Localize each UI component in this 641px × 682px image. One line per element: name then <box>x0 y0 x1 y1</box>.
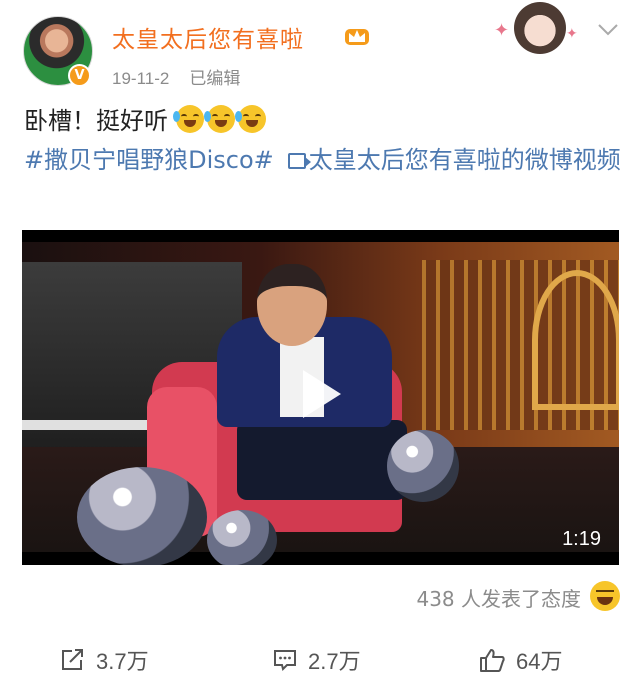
username[interactable]: 太皇太后您有喜啦 <box>112 20 304 54</box>
grin-emoji-icon[interactable] <box>590 581 620 611</box>
like-count: 64万 <box>516 649 563 674</box>
video-source-link[interactable]: 太皇太后您有喜啦的微博视频 <box>309 146 621 174</box>
post-meta: 19-11-2 已编辑 <box>112 64 240 89</box>
cry-laugh-emoji-icon <box>172 105 204 133</box>
sparkle-icon: ✦ <box>566 26 578 42</box>
post-header: V 太皇太后您有喜啦 19-11-2 已编辑 ✦ ✦ <box>0 0 641 100</box>
comment-count: 2.7万 <box>308 649 361 674</box>
comment-button[interactable]: 2.7万 <box>272 644 361 676</box>
video-player[interactable]: 1:19 <box>22 230 619 565</box>
follow-card[interactable]: ✦ ✦ <box>494 2 584 58</box>
play-icon[interactable] <box>303 370 341 418</box>
post-links: #撒贝宁唱野狼Disco# 太皇太后您有喜啦的微博视频 <box>24 139 634 181</box>
post-date: 19-11-2 <box>112 69 170 88</box>
share-button[interactable]: 3.7万 <box>60 644 149 676</box>
sparkle-icon: ✦ <box>494 20 510 41</box>
attitude-count[interactable]: 438 人发表了态度 <box>416 583 581 612</box>
like-button[interactable]: 64万 <box>478 644 562 676</box>
share-icon <box>62 649 83 670</box>
comment-icon <box>274 650 296 671</box>
crown-icon[interactable] <box>343 23 371 47</box>
like-icon <box>480 649 505 672</box>
video-link-icon <box>287 153 311 169</box>
edited-label[interactable]: 已编辑 <box>189 69 240 88</box>
cry-laugh-emoji-icon <box>203 105 235 133</box>
verified-badge-icon: V <box>68 64 91 87</box>
hashtag-link[interactable]: #撒贝宁唱野狼Disco# <box>24 146 274 174</box>
card-face-image <box>514 2 566 54</box>
action-bar: 3.7万 2.7万 64万 <box>0 634 641 682</box>
chevron-down-icon[interactable] <box>596 20 620 38</box>
post-text-content: 卧槽！挺好听 <box>24 107 168 135</box>
share-count: 3.7万 <box>96 649 149 674</box>
cry-laugh-emoji-icon <box>234 105 266 133</box>
video-duration: 1:19 <box>562 528 601 550</box>
post-text: 卧槽！挺好听 <box>24 103 624 139</box>
